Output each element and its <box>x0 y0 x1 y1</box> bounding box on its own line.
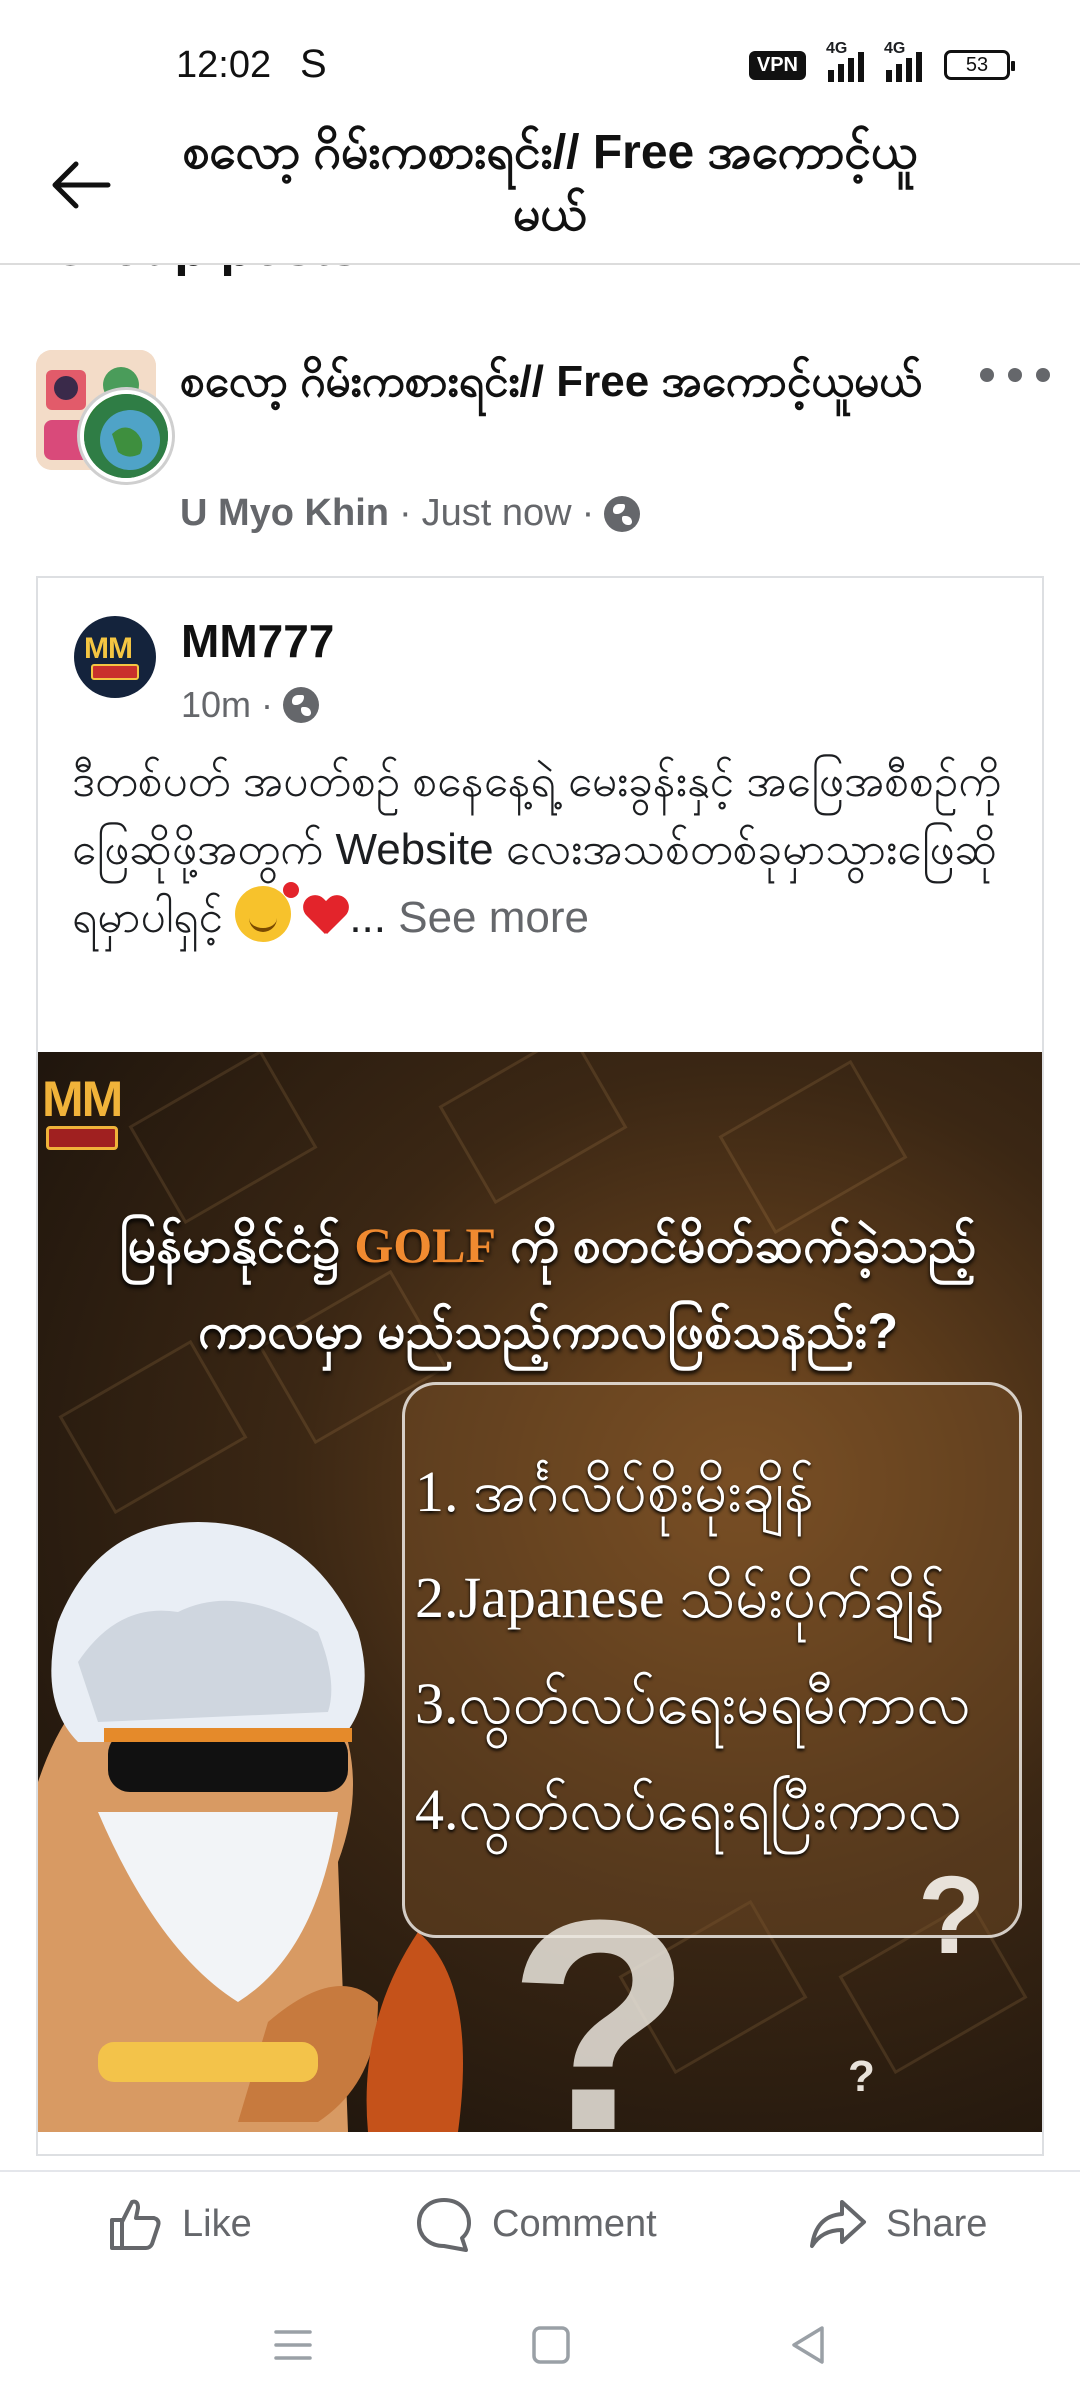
author-avatar-image <box>84 394 168 478</box>
cartoon-character <box>38 1522 463 2132</box>
question-mark-tiny: ? <box>848 2052 875 2101</box>
carrier-icon: S <box>300 42 327 86</box>
app-bar: စလော့ ဂိမ်းကစားရင်း// Free အကောင့်ယူမယ် <box>0 110 1080 265</box>
arrow-left-icon <box>52 161 111 209</box>
question-mark-large: ? <box>508 1857 692 2132</box>
heart-icon <box>303 896 349 938</box>
signal-icon: 4G <box>826 40 864 82</box>
option-3: 3.လွတ်လပ်ရေးမရမီကာလ <box>415 1671 971 1736</box>
square-home-icon <box>532 2326 570 2364</box>
page-avatar[interactable]: MM <box>74 616 156 698</box>
image-logo-badge <box>46 1126 118 1150</box>
post-text: ဒီတစ်ပတ် အပတ်စဉ် စနေနေ့ရဲ့ မေးခွန်းနှင့်… <box>72 757 1002 942</box>
back-nav-button[interactable] <box>784 2320 834 2370</box>
author-avatar[interactable] <box>80 390 172 482</box>
vpn-icon: VPN <box>748 50 806 80</box>
option-4: 4.လွတ်လပ်ရေးရပြီးကာလ <box>415 1777 963 1842</box>
thumbs-up-icon <box>110 2199 161 2250</box>
comment-label: Comment <box>492 2202 657 2245</box>
globe-icon <box>283 687 320 723</box>
post-image[interactable]: MM မြန်မာနိုင်ငံ၌ GOLF ကို စတင်မိတ်ဆက်ခဲ… <box>38 1052 1042 2132</box>
shared-post-card[interactable]: MM MM777 10m · ဒီတစ်ပတ် အပတ်စဉ် စနေနေ့ရဲ… <box>36 576 1044 2156</box>
post-meta: U Myo Khin · Just now · <box>180 492 641 535</box>
battery-icon: 53 <box>944 50 1015 80</box>
ellipsis-icon <box>980 368 994 382</box>
shared-meta: 10m · <box>181 684 320 726</box>
back-button[interactable] <box>46 150 116 220</box>
option-1: 1. အင်္ဂလိပ်စိုးမိုးချိန် <box>415 1459 814 1524</box>
share-label: Share <box>886 2202 988 2245</box>
signal-icon-2: 4G <box>884 40 922 82</box>
status-indicators: VPN 4G 4G 53 <box>748 40 1015 82</box>
post-time[interactable]: Just now <box>422 492 572 535</box>
question-mark-small: ? <box>918 1854 986 1977</box>
shared-time[interactable]: 10m <box>181 684 251 726</box>
comment-bubble-icon <box>417 2198 471 2252</box>
post-group-name[interactable]: စလော့ ဂိမ်းကစားရင်း// Free အကောင့်ယူမယ် <box>180 350 960 414</box>
globe-icon <box>604 495 641 532</box>
like-button[interactable]: Like <box>104 2194 252 2254</box>
menu-icon <box>274 2330 312 2360</box>
comment-button[interactable]: Comment <box>414 2194 657 2254</box>
page-name[interactable]: MM777 <box>181 614 334 668</box>
see-more-link[interactable]: See more <box>398 893 589 942</box>
like-label: Like <box>182 2202 252 2245</box>
option-2: 2.Japanese သိမ်းပိုက်ချိန် <box>415 1565 945 1630</box>
triangle-back-icon <box>792 2326 824 2364</box>
image-logo: MM <box>42 1071 123 1127</box>
status-time: 12:02 <box>176 44 272 86</box>
post-author[interactable]: U Myo Khin <box>180 492 389 535</box>
more-options-button[interactable] <box>980 355 1050 395</box>
share-button[interactable]: Share <box>808 2194 987 2254</box>
post-action-bar: Like Comment Share <box>0 2170 1080 2275</box>
image-headline: မြန်မာနိုင်ငံ၌ GOLF ကို စတင်မိတ်ဆက်ခဲ့သည… <box>119 1217 977 1359</box>
smiling-face-hearts-icon <box>235 882 300 942</box>
system-nav-bar <box>0 2290 1080 2400</box>
share-arrow-icon <box>810 2200 866 2248</box>
status-bar: 12:02 S VPN 4G 4G 53 <box>0 0 1080 120</box>
menu-button[interactable] <box>268 2320 318 2370</box>
app-bar-title: စလော့ ဂိမ်းကစားရင်း// Free အကောင့်ယူမယ် <box>182 126 918 241</box>
home-button[interactable] <box>526 2320 576 2370</box>
